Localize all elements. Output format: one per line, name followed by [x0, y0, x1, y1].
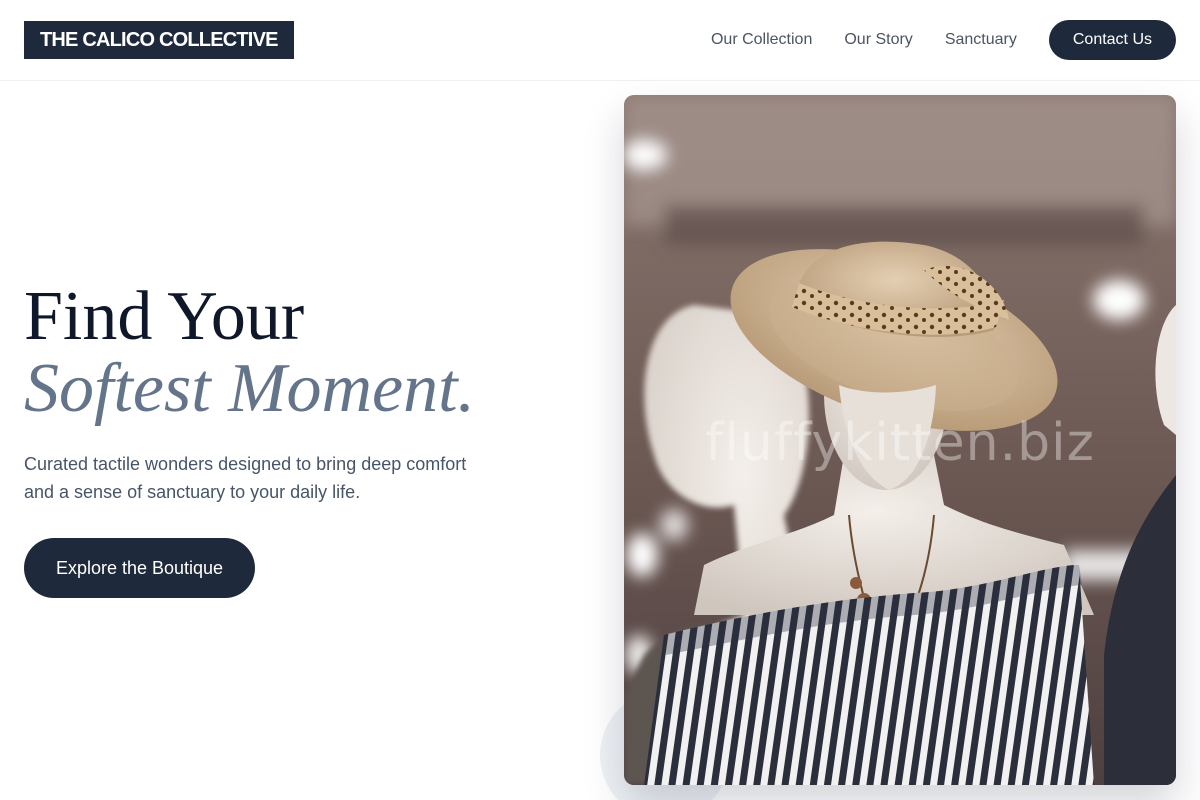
- main-nav: Our Collection Our Story Sanctuary Conta…: [711, 20, 1176, 60]
- image-watermark: fluffykitten.biz: [705, 413, 1095, 473]
- hero-title: Find Your: [24, 278, 305, 355]
- explore-boutique-button[interactable]: Explore the Boutique: [24, 538, 255, 598]
- contact-us-button[interactable]: Contact Us: [1048, 20, 1176, 60]
- hero-image: fluffykitten.biz: [624, 95, 1176, 785]
- hero-description: Curated tactile wonders designed to brin…: [24, 454, 467, 502]
- nav-link-our-collection[interactable]: Our Collection: [711, 31, 812, 49]
- brand-logo[interactable]: THE CALICO COLLECTIVE: [24, 21, 294, 59]
- nav-link-sanctuary[interactable]: Sanctuary: [945, 31, 1017, 49]
- hero-title-accent: Softest Moment.: [24, 350, 476, 427]
- site-header: THE CALICO COLLECTIVE Our Collection Our…: [0, 0, 1200, 81]
- nav-link-our-story[interactable]: Our Story: [844, 31, 912, 49]
